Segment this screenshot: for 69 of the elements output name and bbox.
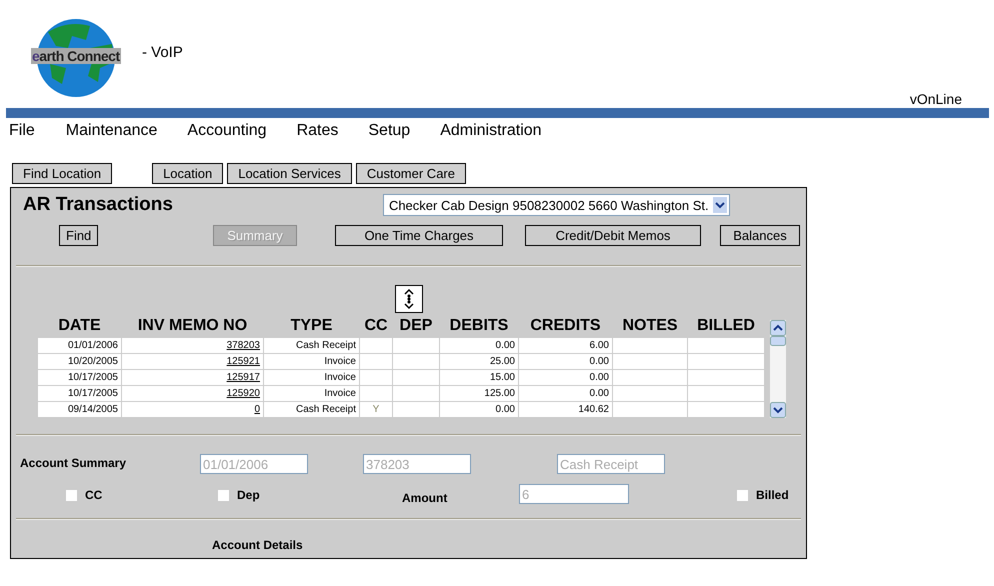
nav-button[interactable]: Customer Care: [356, 163, 466, 184]
table-cell: 0.00: [496, 340, 515, 351]
menu-item[interactable]: Rates: [296, 122, 338, 150]
checkbox[interactable]: [218, 490, 229, 500]
table-cell: 25.00: [490, 356, 515, 367]
logo-text: earth Connect: [31, 48, 121, 64]
section-label: Account Details: [212, 538, 303, 552]
checkbox[interactable]: [737, 490, 748, 500]
table-cell: Invoice: [324, 388, 356, 399]
checkbox-label: Billed: [756, 488, 789, 502]
menu-item[interactable]: Setup: [368, 122, 410, 150]
invoice-link[interactable]: 0: [254, 404, 260, 415]
sort-icon[interactable]: [395, 285, 423, 313]
menu-item[interactable]: Accounting: [187, 122, 267, 150]
action-button[interactable]: One Time Charges: [335, 225, 503, 246]
table-cell: Y: [372, 404, 380, 415]
scrollbar[interactable]: [770, 320, 786, 418]
table-cell: 0.00: [590, 388, 609, 399]
account-dropdown[interactable]: Checker Cab Design 9508230002 5660 Washington St.: [382, 194, 730, 216]
action-button[interactable]: Credit/Debit Memos: [525, 225, 701, 246]
column-header: INV MEMO NO: [138, 317, 248, 334]
table-cell: 10/17/2005: [68, 372, 118, 383]
table-cell: 0.00: [496, 404, 515, 415]
app-name: vOnLine: [910, 91, 962, 107]
page-title: AR Transactions: [23, 194, 173, 216]
caret-icon: [712, 197, 727, 213]
table-cell: Cash Receipt: [296, 340, 356, 351]
invoice-link[interactable]: 125920: [226, 388, 260, 399]
column-header: TYPE: [290, 317, 332, 334]
menu-item[interactable]: Administration: [440, 122, 542, 150]
product-suffix: - VoIP: [142, 44, 183, 61]
table-cell: 10/17/2005: [68, 388, 118, 399]
checkbox[interactable]: [66, 490, 77, 500]
checkbox-label: CC: [85, 488, 102, 502]
scroll-up-icon[interactable]: [770, 320, 786, 336]
field-label: Amount: [402, 491, 448, 505]
action-button[interactable]: Balances: [720, 225, 800, 246]
nav-button[interactable]: Location: [152, 163, 224, 184]
scroll-thumb[interactable]: [770, 336, 786, 346]
column-header: DEP: [400, 317, 432, 334]
column-header: DATE: [58, 317, 101, 334]
invoice-link[interactable]: 125921: [226, 356, 260, 367]
table-cell: 01/01/2006: [68, 340, 118, 351]
column-header: DEBITS: [450, 317, 508, 334]
table-cell: 125.00: [484, 388, 515, 399]
action-button[interactable]: Find: [59, 225, 98, 246]
table-cell: 0.00: [590, 372, 609, 383]
table-cell: 0.00: [590, 356, 609, 367]
column-header: NOTES: [622, 317, 678, 334]
column-header: CC: [364, 317, 388, 334]
table-cell: 10/20/2005: [68, 356, 118, 367]
section-label: Account Summary: [20, 456, 126, 470]
table-cell: Cash Receipt: [296, 404, 356, 415]
table-cell: Invoice: [324, 372, 356, 383]
invoice-link[interactable]: 378203: [226, 340, 260, 351]
table-cell: 09/14/2005: [68, 404, 118, 415]
nav-button[interactable]: Location Services: [227, 163, 352, 184]
table-cell: 6.00: [590, 340, 609, 351]
scroll-down-icon[interactable]: [770, 402, 786, 418]
invoice-link[interactable]: 125917: [226, 372, 260, 383]
nav-button[interactable]: Find Location: [12, 163, 112, 184]
menu-item[interactable]: File: [9, 122, 35, 150]
table-cell: 140.62: [578, 404, 609, 415]
column-header: CREDITS: [530, 317, 601, 334]
column-header: BILLED: [697, 317, 755, 334]
checkbox-label: Dep: [237, 488, 260, 502]
menu-item[interactable]: Maintenance: [66, 122, 158, 150]
table-cell: Invoice: [324, 356, 356, 367]
table-cell: 15.00: [490, 372, 515, 383]
